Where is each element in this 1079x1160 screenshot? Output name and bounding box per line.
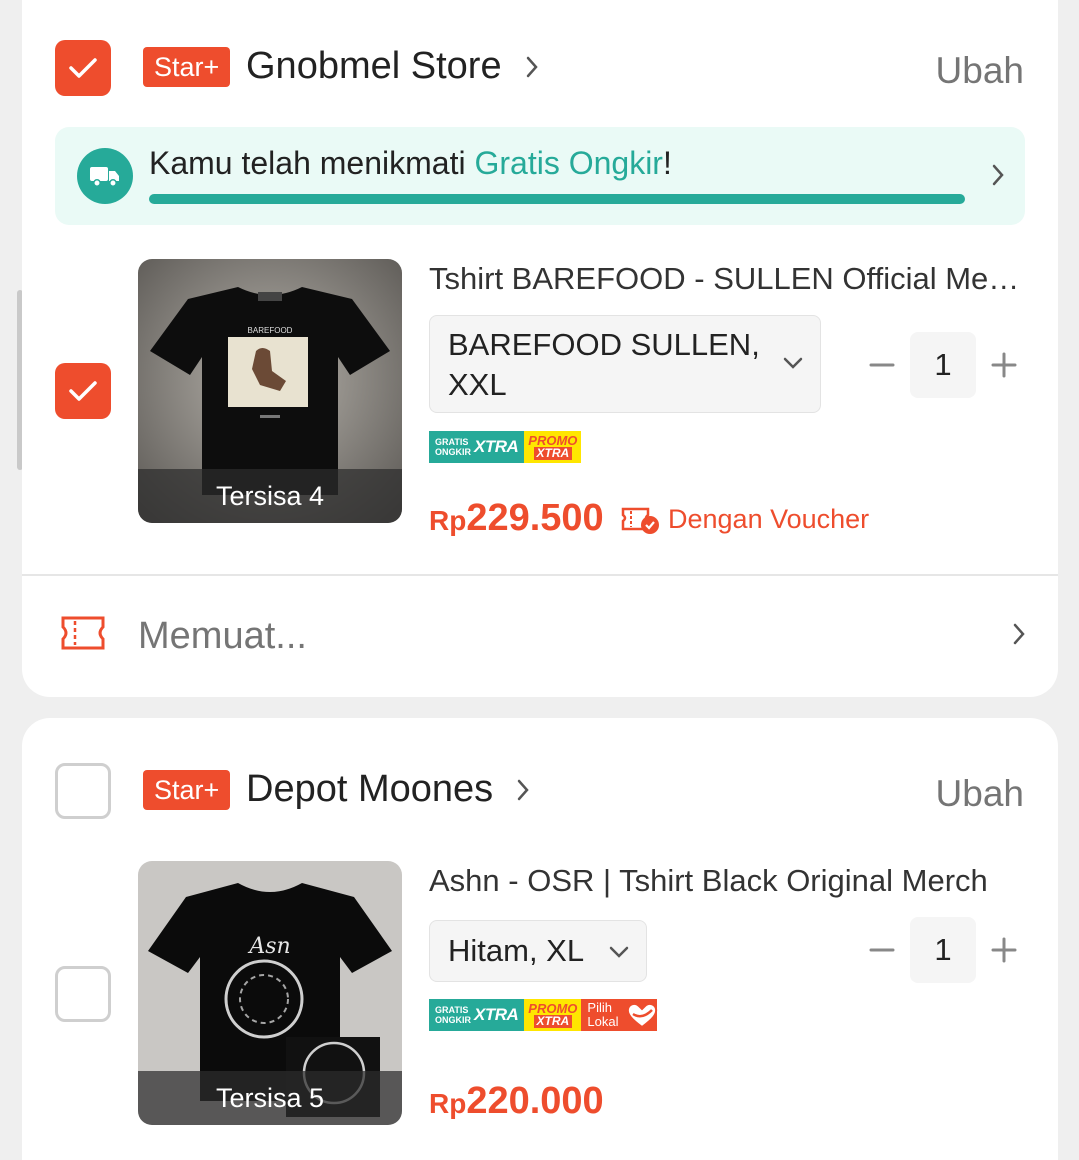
star-plus-badge: Star+ [143, 47, 231, 87]
store-checkbox[interactable] [55, 40, 111, 96]
star-plus-badge: Star+ [143, 770, 231, 810]
store-checkbox[interactable] [55, 763, 111, 819]
quantity-minus-button[interactable] [862, 930, 902, 970]
voucher-note: Dengan Voucher [620, 504, 869, 535]
edit-button[interactable]: Ubah [936, 772, 1024, 816]
check-icon [69, 381, 97, 401]
product-checkbox[interactable] [55, 363, 111, 419]
quantity-plus-button[interactable] [984, 345, 1024, 385]
chevron-right-icon[interactable] [525, 55, 539, 79]
chevron-right-icon[interactable] [1012, 622, 1026, 646]
voucher-check-icon [621, 507, 659, 534]
free-shipping-xtra-badge: GRATIS ONGKIR XTRA [429, 431, 525, 463]
chevron-right-icon [992, 164, 1004, 186]
stock-remaining: Tersisa 4 [138, 469, 402, 523]
product-badges: GRATIS ONGKIR XTRA PROMO XTRA Pilih Lokal [429, 998, 658, 1032]
variant-label: Hitam, XL [448, 933, 585, 968]
svg-text:Asn: Asn [247, 934, 290, 959]
free-shipping-banner[interactable]: Kamu telah menikmati Gratis Ongkir! [55, 127, 1025, 225]
chevron-right-icon[interactable] [516, 778, 530, 802]
product-title[interactable]: Ashn - OSR | Tshirt Black Original Merch [429, 861, 1025, 901]
ticket-icon [61, 616, 105, 650]
check-icon [69, 58, 97, 78]
pilih-lokal-badge: Pilih Lokal [581, 999, 658, 1031]
truck-icon [77, 148, 133, 204]
free-shipping-progress [149, 194, 965, 204]
variant-selector[interactable]: BAREFOOD SULLEN, XXL [429, 315, 821, 413]
promo-xtra-badge: PROMO XTRA [524, 431, 582, 463]
product-title[interactable]: Tshirt BAREFOOD - SULLEN Official Merch [429, 259, 1025, 299]
free-shipping-text: Kamu telah menikmati Gratis Ongkir! [149, 145, 672, 181]
stock-remaining: Tersisa 5 [138, 1071, 402, 1125]
variant-label: BAREFOOD SULLEN, [448, 327, 760, 362]
edit-button[interactable]: Ubah [936, 49, 1024, 93]
voucher-row-text[interactable]: Memuat... [138, 612, 307, 660]
product-image[interactable]: Asn Tersisa 5 [138, 861, 402, 1125]
promo-xtra-badge: PROMO XTRA [524, 999, 582, 1031]
store-name[interactable]: Gnobmel Store [246, 44, 502, 88]
variant-selector[interactable]: Hitam, XL [429, 920, 647, 982]
product-checkbox[interactable] [55, 966, 111, 1022]
chevron-down-icon [609, 946, 629, 958]
quantity-plus-button[interactable] [984, 930, 1024, 970]
product-image[interactable]: BAREFOOD Tersisa 4 [138, 259, 402, 523]
chevron-down-icon [783, 357, 803, 369]
store-card-gnobmel: Star+ Gnobmel Store Ubah Kamu telah meni… [22, 0, 1058, 697]
svg-text:BAREFOOD: BAREFOOD [248, 326, 293, 335]
divider [22, 574, 1058, 576]
product-price: Rp220.000 [429, 1080, 604, 1122]
store-name[interactable]: Depot Moones [246, 767, 493, 811]
free-shipping-xtra-badge: GRATIS ONGKIR XTRA [429, 999, 525, 1031]
product-badges: GRATIS ONGKIR XTRA PROMO XTRA [429, 430, 582, 464]
variant-label: XXL [448, 367, 507, 402]
heart-icon [627, 1002, 658, 1029]
product-price: Rp229.500 [429, 497, 604, 539]
voucher-note-text: Dengan Voucher [668, 504, 870, 534]
quantity-minus-button[interactable] [862, 345, 902, 385]
quantity-input[interactable]: 1 [910, 917, 976, 983]
store-card-depot-moones: Star+ Depot Moones Ubah Asn Tersisa 5 As… [22, 718, 1058, 1160]
quantity-input[interactable]: 1 [910, 332, 976, 398]
